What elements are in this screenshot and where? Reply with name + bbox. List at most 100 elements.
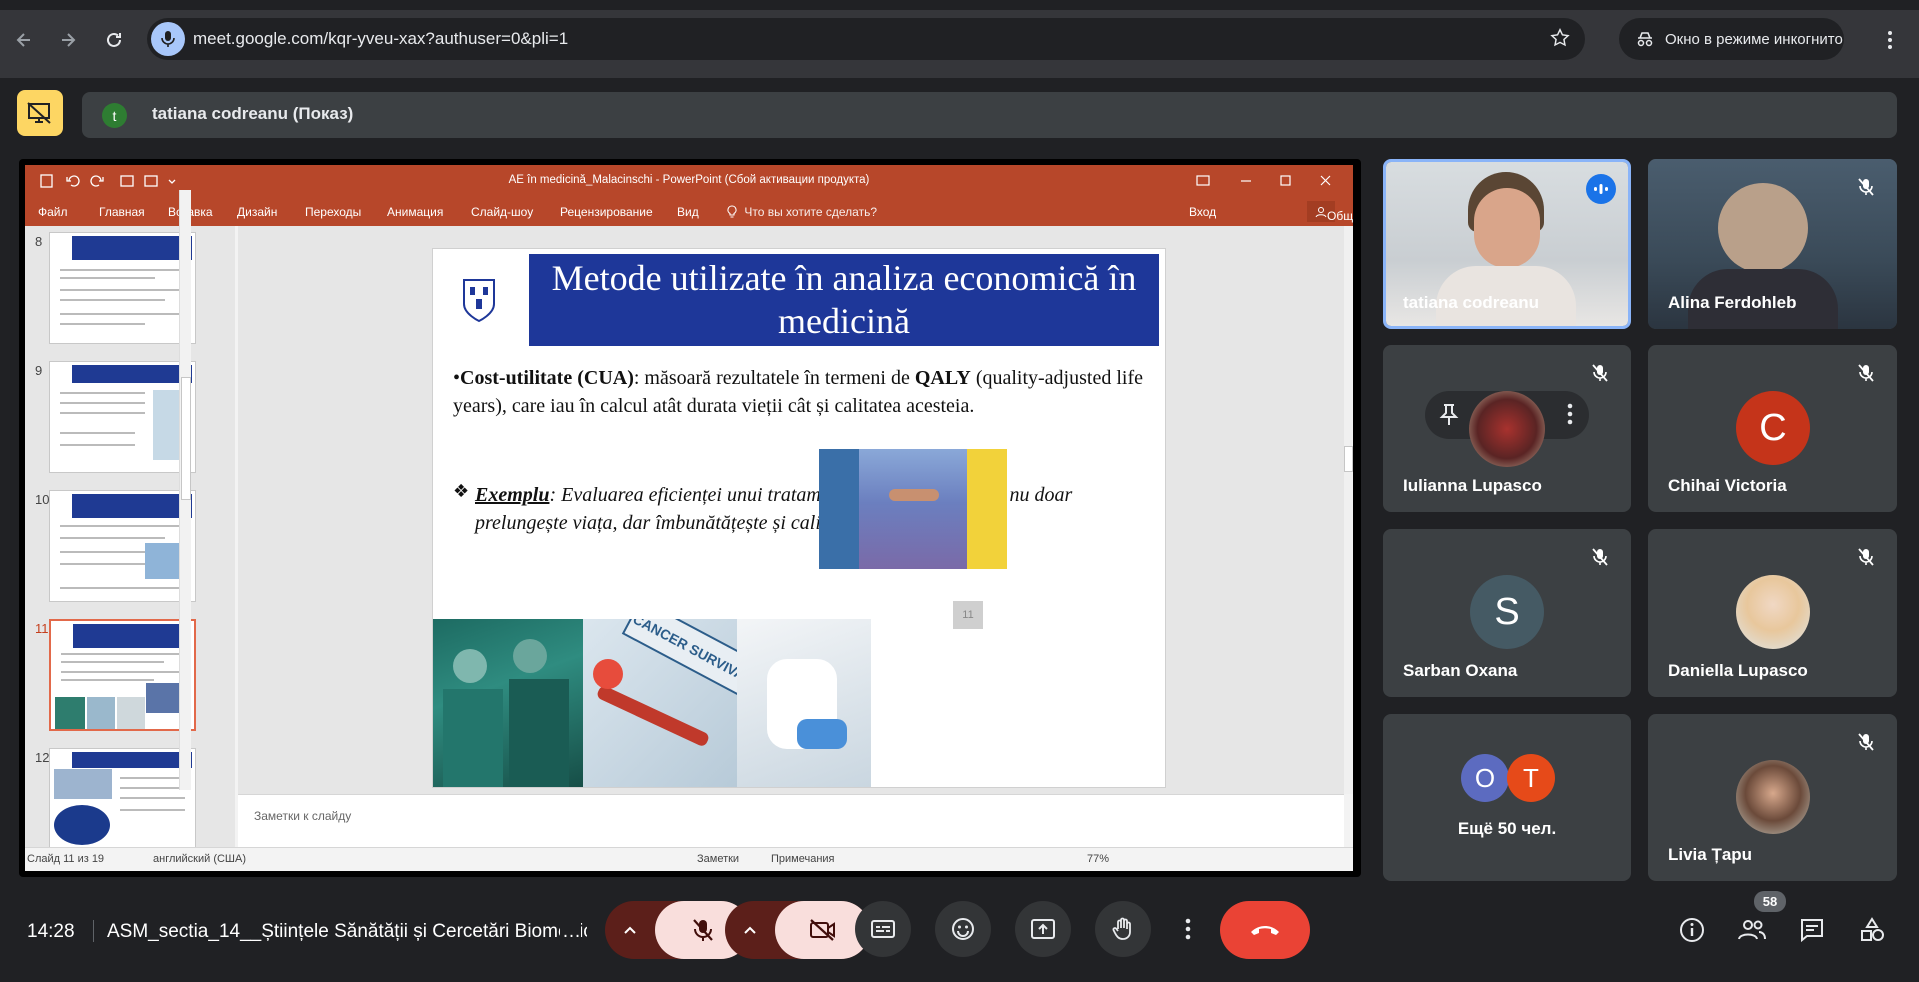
more-participants-tile[interactable]: O T Ещё 50 чел. [1383, 714, 1631, 881]
slide-thumbnail-11-selected[interactable] [49, 619, 196, 731]
participant-name: Iulianna Lupasco [1403, 476, 1542, 495]
slide-scroll-thumb[interactable] [1344, 446, 1353, 472]
slide-page-number: 11 [953, 601, 983, 629]
slide-thumbnail-pane: 8 9 10 11 12 [25, 226, 235, 848]
people-button[interactable] [1732, 910, 1772, 950]
participant-name: Chihai Victoria [1668, 476, 1787, 495]
lightbulb-icon [727, 205, 737, 218]
participant-tile[interactable]: Daniella Lupasco [1648, 529, 1897, 697]
tab-file[interactable]: Файл [38, 205, 68, 219]
present-screen-icon [1031, 919, 1055, 939]
mic-off-icon [1851, 727, 1881, 757]
tab-transitions[interactable]: Переходы [305, 205, 361, 219]
sign-in-link[interactable]: Вход [1189, 205, 1216, 219]
incognito-indicator[interactable]: Окно в режиме инкогнито [1619, 18, 1844, 60]
chat-button[interactable] [1792, 910, 1832, 950]
slide-thumbnail-8[interactable] [49, 232, 196, 344]
others-count-label: Ещё 50 чел. [1457, 819, 1557, 838]
pin-icon[interactable] [1439, 403, 1459, 427]
comments-toggle[interactable]: Примечания [771, 853, 835, 865]
notes-pane[interactable]: Заметки к слайду [238, 794, 1344, 847]
mic-off-icon [1851, 542, 1881, 572]
reload-button[interactable] [96, 22, 132, 58]
participant-avatar [1736, 575, 1810, 649]
bullet-text: : măsoară rezultatele în termeni de [633, 367, 915, 389]
notes-toggle[interactable]: Заметки [697, 853, 739, 865]
slide-scrollbar[interactable] [1344, 226, 1353, 794]
activities-button[interactable] [1852, 910, 1892, 950]
thumb-title-bar [72, 752, 192, 768]
tab-slideshow[interactable]: Слайд-шоу [471, 205, 533, 219]
participant-tile[interactable]: C Chihai Victoria [1648, 345, 1897, 512]
present-screen-button[interactable] [1015, 901, 1071, 957]
divider [93, 920, 94, 942]
mic-off-icon [1851, 358, 1881, 388]
leave-call-button[interactable] [1220, 901, 1310, 959]
current-slide[interactable]: Metode utilizate în analiza economică în… [432, 248, 1166, 788]
browser-menu-icon[interactable] [1876, 22, 1904, 58]
thumb-number: 8 [35, 234, 43, 249]
url-text[interactable]: meet.google.com/kqr-yveu-xax?authuser=0&… [193, 29, 568, 49]
participant-avatar [1736, 760, 1810, 834]
ppt-window-title: AE în medicină_Malacinschi - PowerPoint … [508, 174, 870, 186]
video-options-chevron-icon[interactable] [725, 901, 775, 959]
more-vert-icon [1185, 918, 1191, 940]
presenter-avatar: t [102, 103, 127, 128]
participant-tile-pinned[interactable]: Iulianna Lupasco [1383, 345, 1631, 512]
bookmark-star-icon[interactable] [1549, 27, 1571, 49]
info-icon [1680, 918, 1704, 942]
tab-view[interactable]: Вид [677, 205, 699, 219]
incognito-label: Окно в режиме инкогнито [1665, 30, 1843, 48]
forward-button[interactable] [50, 22, 86, 58]
tell-me-box[interactable]: Что вы хотите сделать? [727, 205, 877, 219]
participant-tile[interactable]: Livia Țapu [1648, 714, 1897, 881]
thumbnail-scroll-thumb[interactable] [181, 377, 191, 500]
zoom-level[interactable]: 77% [1087, 853, 1109, 865]
ppt-ribbon-tabs: Файл Главная Вставка Дизайн Переходы Ани… [25, 197, 1353, 226]
more-options-button[interactable] [1169, 901, 1207, 957]
meeting-info-button[interactable] [1672, 910, 1712, 950]
tab-animations[interactable]: Анимация [387, 205, 443, 219]
stop-presenting-icon[interactable] [17, 90, 63, 136]
slide-title: Metode utilizate în analiza economică în… [551, 257, 1137, 341]
hang-up-icon [1251, 926, 1279, 935]
microphone-permission-icon[interactable] [151, 22, 185, 56]
participant-count-badge: 58 [1754, 891, 1786, 912]
more-options-icon[interactable] [1567, 403, 1573, 425]
cancer-survival-photo: CANCER SURVIVAL [583, 619, 737, 787]
share-button[interactable]: Общий доступ [1307, 201, 1353, 223]
reactions-button[interactable] [935, 901, 991, 957]
audio-options-chevron-icon[interactable] [605, 901, 655, 959]
language-indicator[interactable]: английский (США) [153, 853, 246, 865]
tab-design[interactable]: Дизайн [237, 205, 277, 219]
slide-example: Exemplu: Evaluarea eficienței unui trata… [475, 481, 1150, 537]
mic-off-icon [1851, 172, 1881, 202]
slide-thumbnail-12[interactable] [49, 748, 196, 848]
camera-off-icon [809, 919, 835, 941]
raise-hand-button[interactable] [1095, 901, 1151, 957]
share-label: Общий доступ [1327, 209, 1353, 223]
forward-arrow-icon [62, 33, 76, 47]
activities-shapes-icon [1861, 917, 1884, 941]
ppt-title-bar: AE în medicină_Malacinschi - PowerPoint … [25, 165, 1353, 197]
participant-name: Daniella Lupasco [1668, 661, 1808, 680]
participant-name: tatiana codreanu [1403, 293, 1540, 312]
participant-avatar: O [1461, 754, 1509, 802]
back-button[interactable] [6, 22, 42, 58]
slide-thumbnail-10[interactable] [49, 490, 196, 602]
slide-thumbnail-9[interactable] [49, 361, 196, 473]
tell-me-text: Что вы хотите сделать? [744, 205, 877, 219]
participant-tile[interactable]: S Sarban Oxana [1383, 529, 1631, 697]
tab-home[interactable]: Главная [99, 205, 145, 219]
ppt-status-bar: Слайд 11 из 19 английский (США) Заметки … [25, 847, 1353, 871]
back-arrow-icon [16, 33, 30, 47]
captions-button[interactable] [855, 901, 911, 957]
thumbnail-scrollbar[interactable] [179, 190, 191, 790]
participant-tile-speaking[interactable]: tatiana codreanu [1383, 159, 1631, 329]
emoji-icon [952, 918, 974, 940]
doctor-hands-photo [737, 619, 871, 787]
thumb-number: 11 [35, 621, 49, 636]
address-bar[interactable]: meet.google.com/kqr-yveu-xax?authuser=0&… [147, 18, 1585, 60]
participant-tile[interactable]: Alina Ferdohleb [1648, 159, 1897, 329]
tab-review[interactable]: Рецензирование [560, 205, 653, 219]
